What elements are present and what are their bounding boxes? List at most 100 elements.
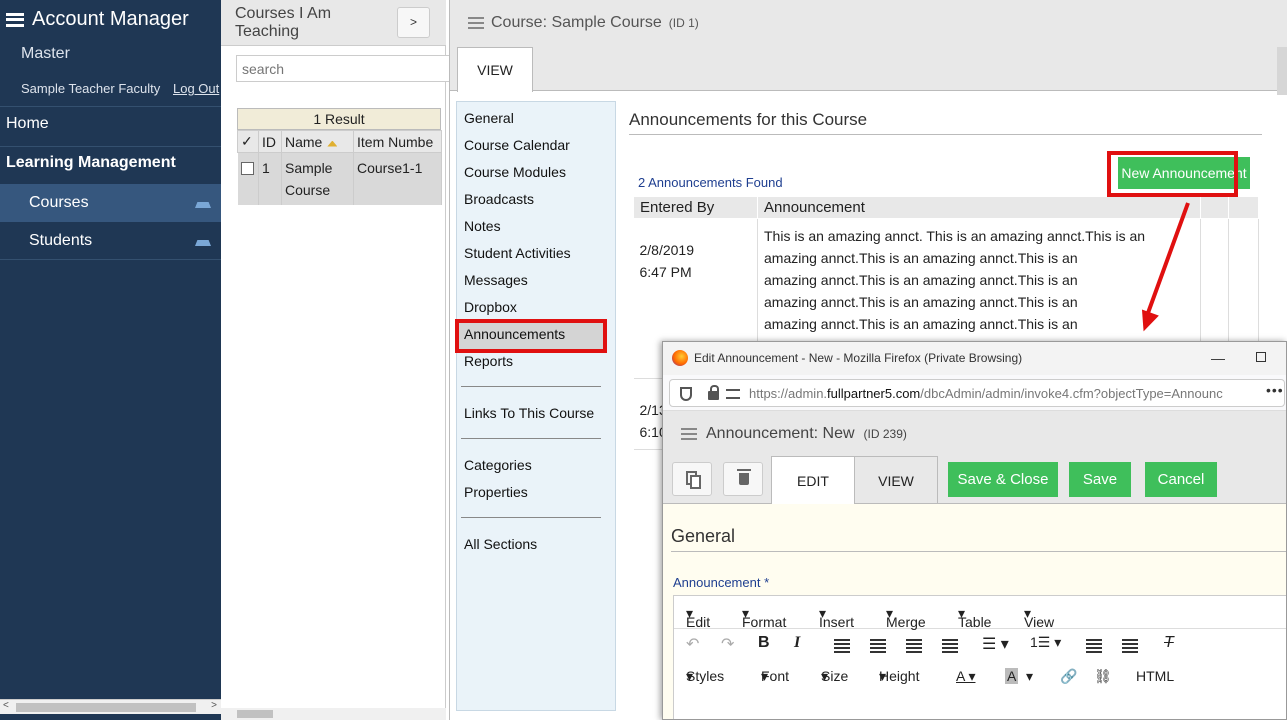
align-justify-icon[interactable]	[942, 639, 958, 653]
clear-formatting-icon[interactable]: T	[1164, 634, 1174, 652]
vertical-scrollbar[interactable]	[1277, 47, 1287, 95]
row-checkbox[interactable]	[240, 162, 254, 175]
menu-item-messages[interactable]: Messages	[464, 272, 528, 288]
permissions-icon[interactable]	[726, 389, 740, 399]
delete-button[interactable]	[723, 462, 763, 496]
column-header-announcement[interactable]: Announcement	[757, 196, 1201, 219]
menu-item-broadcasts[interactable]: Broadcasts	[464, 191, 534, 207]
scrollbar-thumb[interactable]	[16, 703, 196, 712]
sidebar-item-courses[interactable]: Courses	[0, 184, 221, 222]
column-header-item-number[interactable]: Item Numbe	[353, 130, 442, 153]
edit-announcement-window: Edit Announcement - New - Mozilla Firefo…	[662, 341, 1287, 720]
menu-item-course-calendar[interactable]: Course Calendar	[464, 137, 570, 153]
maximize-icon[interactable]	[1256, 352, 1266, 362]
link-icon[interactable]: 🔗	[1060, 668, 1077, 685]
menu-item-general[interactable]: General	[464, 110, 514, 126]
tab-edit[interactable]: EDIT	[771, 456, 855, 504]
editor-menu-insert[interactable]: Insert ▾	[819, 605, 854, 630]
nav-section-learning-management[interactable]: Learning Management	[6, 154, 176, 172]
editor-menu-merge[interactable]: Merge ▾	[886, 605, 926, 630]
menu-lines-icon[interactable]	[681, 428, 697, 440]
course-name-cell[interactable]: Sample Course	[281, 152, 354, 205]
editor-menu-edit[interactable]: Edit ▾	[686, 605, 710, 630]
bold-icon[interactable]: B	[758, 634, 770, 652]
italic-icon[interactable]: I	[794, 634, 800, 652]
page-actions-icon[interactable]: •••	[1266, 382, 1284, 398]
indent-icon[interactable]	[1122, 639, 1138, 653]
styles-dropdown[interactable]: Styles ▾	[686, 668, 724, 685]
menu-item-all-sections[interactable]: All Sections	[464, 536, 537, 552]
url-text[interactable]: https://admin.fullpartner5.com/dbcAdmin/…	[749, 386, 1269, 401]
background-color-dropdown-icon[interactable]: ▾	[1026, 668, 1033, 685]
text-color-icon[interactable]: A ▾	[956, 668, 975, 685]
trash-icon	[737, 469, 751, 485]
url-field[interactable]: https://admin.fullpartner5.com/dbcAdmin/…	[669, 379, 1285, 407]
column-header-id[interactable]: ID	[258, 130, 282, 153]
height-dropdown[interactable]: Height ▾	[879, 668, 919, 685]
scroll-right-icon[interactable]: >	[211, 700, 217, 711]
scrollbar-thumb[interactable]	[237, 710, 273, 718]
menu-item-student-activities[interactable]: Student Activities	[464, 245, 571, 261]
unlink-icon[interactable]: ⛓	[1094, 668, 1112, 685]
menu-item-categories[interactable]: Categories	[464, 457, 532, 473]
editor-menu-table[interactable]: Table ▾	[958, 605, 991, 630]
menu-lines-icon[interactable]	[468, 17, 484, 29]
cancel-button[interactable]: Cancel	[1145, 462, 1217, 497]
html-source-button[interactable]: HTML	[1136, 668, 1174, 684]
announcement-line: amazing annct.This is an amazing annct.T…	[764, 316, 1078, 332]
tracking-shield-icon[interactable]	[680, 387, 692, 401]
address-bar: https://admin.fullpartner5.com/dbcAdmin/…	[663, 375, 1286, 411]
numbered-list-icon[interactable]: 1☰ ▾	[1030, 634, 1061, 651]
undo-icon[interactable]: ↶	[686, 634, 699, 654]
menu-item-notes[interactable]: Notes	[464, 218, 501, 234]
save-close-button[interactable]: Save & Close	[948, 462, 1058, 497]
save-button[interactable]: Save	[1069, 462, 1131, 497]
horizontal-scrollbar[interactable]: < >	[0, 699, 221, 714]
nav-home[interactable]: Home	[6, 115, 49, 133]
align-left-icon[interactable]	[834, 639, 850, 653]
announcement-line: amazing annct.This is an amazing annct.T…	[764, 294, 1078, 310]
announcement-title-text: Announcement: New	[706, 425, 855, 442]
horizontal-scrollbar[interactable]	[221, 708, 446, 720]
hamburger-menu-icon[interactable]	[6, 12, 24, 27]
tab-view[interactable]: VIEW	[457, 47, 533, 92]
logout-link[interactable]: Log Out	[173, 81, 219, 96]
menu-item-properties[interactable]: Properties	[464, 484, 528, 500]
menu-label: Format	[742, 614, 787, 630]
tab-view[interactable]: VIEW	[854, 456, 938, 504]
app-title: Account Manager	[32, 8, 189, 30]
copy-button[interactable]	[672, 462, 712, 496]
sidebar-item-students[interactable]: Students	[0, 222, 221, 260]
lock-icon[interactable]	[708, 385, 719, 400]
course-header: Course: Sample Course (ID 1)	[450, 0, 1287, 47]
column-header-entered-by[interactable]: Entered By	[633, 196, 758, 219]
align-center-icon[interactable]	[870, 639, 886, 653]
table-row[interactable]: 1 Sample Course Course1-1	[237, 152, 442, 205]
master-label[interactable]: Master	[21, 45, 70, 63]
font-dropdown[interactable]: Font ▾	[761, 668, 789, 685]
column-header-name[interactable]: Name	[281, 130, 354, 153]
background-color-icon[interactable]: A	[1005, 668, 1019, 684]
bullet-list-icon[interactable]: ☰ ▾	[982, 634, 1009, 654]
dropdown-label: Font	[761, 668, 790, 684]
collapse-panel-button[interactable]: >	[397, 7, 430, 38]
scroll-left-icon[interactable]: <	[3, 700, 9, 711]
outdent-icon[interactable]	[1086, 639, 1102, 653]
redo-icon[interactable]: ↷	[721, 634, 734, 654]
menu-item-dropbox[interactable]: Dropbox	[464, 299, 517, 315]
rich-text-editor[interactable]: Edit ▾ Format ▾ Insert ▾ Merge ▾ Table ▾…	[673, 595, 1286, 719]
editor-menu-view[interactable]: View ▾	[1024, 605, 1054, 630]
window-title: Edit Announcement - New - Mozilla Firefo…	[694, 351, 1023, 365]
column-header-select[interactable]: ✓	[237, 130, 259, 153]
search-input[interactable]	[236, 55, 451, 82]
column-header-action	[1228, 196, 1259, 219]
editor-menu-format[interactable]: Format ▾	[742, 605, 786, 630]
size-dropdown[interactable]: Size ▾	[821, 668, 848, 685]
url-path: /dbcAdmin/admin/invoke4.cfm?objectType=A…	[920, 386, 1223, 401]
menu-item-reports[interactable]: Reports	[464, 353, 513, 369]
menu-item-course-modules[interactable]: Course Modules	[464, 164, 566, 180]
minimize-icon[interactable]: —	[1211, 350, 1225, 366]
menu-item-links[interactable]: Links To This Course	[464, 405, 594, 421]
copy-icon	[690, 475, 701, 489]
align-right-icon[interactable]	[906, 639, 922, 653]
